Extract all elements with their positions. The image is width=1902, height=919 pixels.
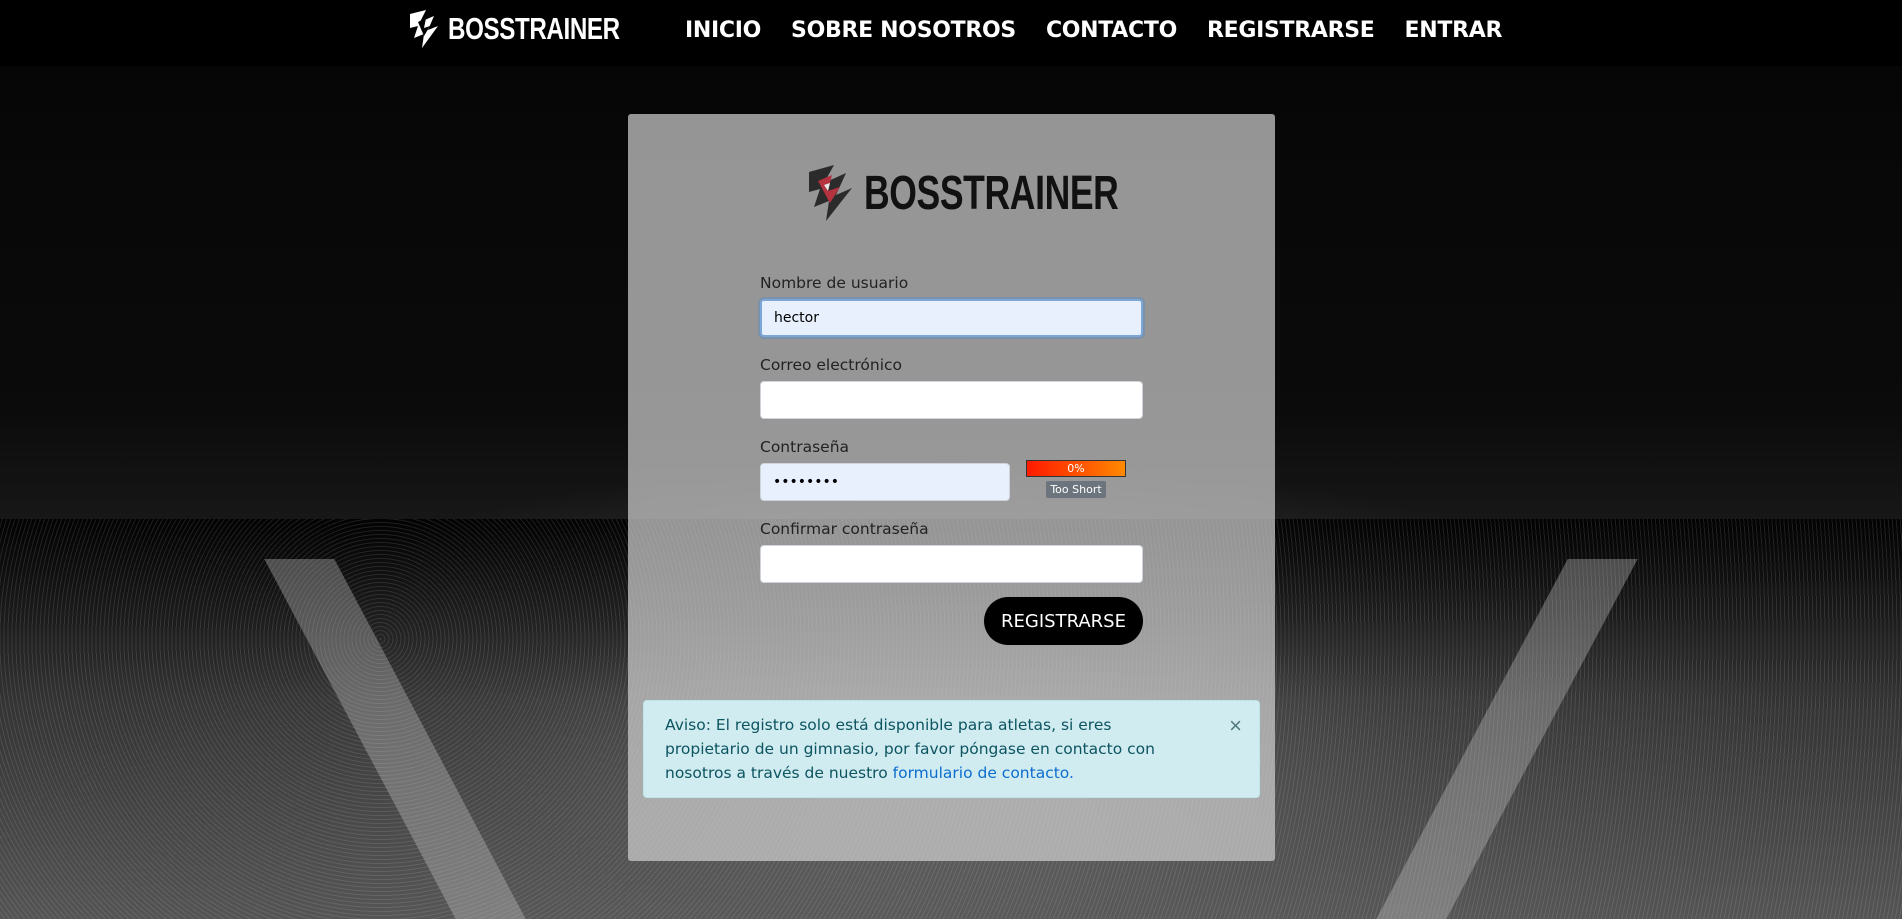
username-label: Nombre de usuario bbox=[760, 274, 909, 292]
confirm-password-label: Confirmar contraseña bbox=[760, 520, 929, 538]
confirm-password-group: Confirmar contraseña bbox=[760, 520, 1143, 583]
nav-link-contacto[interactable]: CONTACTO bbox=[1046, 18, 1177, 43]
close-icon[interactable]: × bbox=[1229, 715, 1242, 737]
password-row: 0% Too Short bbox=[760, 460, 1143, 501]
email-label: Correo electrónico bbox=[760, 356, 903, 374]
username-input[interactable] bbox=[760, 299, 1143, 337]
password-strength-label: Too Short bbox=[1046, 481, 1106, 498]
top-navbar: BOSSTRAINER INICIO SOBRE NOSOTROS CONTAC… bbox=[0, 0, 1902, 66]
password-label: Contraseña bbox=[760, 438, 850, 456]
email-group: Correo electrónico bbox=[760, 356, 1143, 419]
contact-form-link[interactable]: formulario de contacto. bbox=[893, 764, 1074, 782]
nav-link-entrar[interactable]: ENTRAR bbox=[1405, 18, 1503, 43]
bosstrainer-logo-icon bbox=[809, 165, 852, 221]
password-strength-meter: 0% bbox=[1026, 460, 1126, 477]
register-card: BOSSTRAINER Nombre de usuario Correo ele… bbox=[628, 114, 1275, 861]
info-alert: Aviso: El registro solo está disponible … bbox=[643, 700, 1260, 798]
nav-links: INICIO SOBRE NOSOTROS CONTACTO REGISTRAR… bbox=[685, 18, 1502, 43]
password-input[interactable] bbox=[760, 463, 1010, 501]
card-logo: BOSSTRAINER bbox=[806, 162, 1208, 224]
register-button[interactable]: REGISTRARSE bbox=[984, 597, 1143, 645]
username-group: Nombre de usuario bbox=[760, 274, 1143, 337]
nav-link-sobre-nosotros[interactable]: SOBRE NOSOTROS bbox=[791, 18, 1016, 43]
password-group: Contraseña 0% Too Short bbox=[760, 438, 1143, 501]
brand-logo-link[interactable]: BOSSTRAINER bbox=[408, 8, 668, 50]
submit-row: REGISTRARSE bbox=[760, 597, 1143, 645]
card-logo-wordmark: BOSSTRAINER bbox=[864, 166, 1119, 220]
brand-wordmark: BOSSTRAINER bbox=[448, 11, 620, 46]
register-form: Nombre de usuario Correo electrónico Con… bbox=[760, 274, 1143, 645]
nav-link-inicio[interactable]: INICIO bbox=[685, 18, 761, 43]
confirm-password-input[interactable] bbox=[760, 545, 1143, 583]
nav-link-registrarse[interactable]: REGISTRARSE bbox=[1207, 18, 1375, 43]
bosstrainer-logo-icon bbox=[410, 10, 438, 48]
password-strength: 0% Too Short bbox=[1026, 460, 1126, 498]
email-input[interactable] bbox=[760, 381, 1143, 419]
